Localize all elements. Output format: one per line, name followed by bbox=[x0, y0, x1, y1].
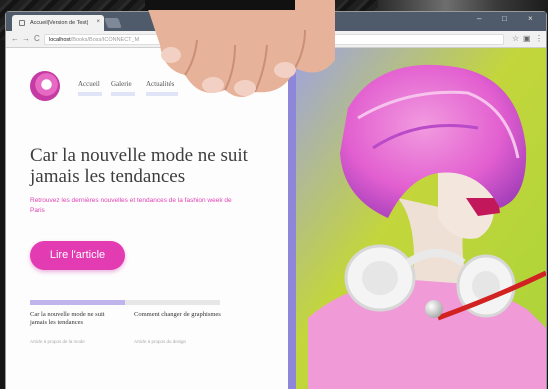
tab-title: Accueil|Version de Test| bbox=[30, 20, 89, 26]
read-article-button[interactable]: Lire l'article bbox=[30, 241, 125, 270]
nav-link-galerie[interactable]: Galerie bbox=[111, 80, 132, 88]
new-tab-button[interactable] bbox=[104, 18, 122, 28]
minimize-button[interactable]: – bbox=[477, 14, 481, 23]
maximize-button[interactable]: □ bbox=[502, 14, 507, 23]
menu-icon[interactable]: ⋮ bbox=[535, 34, 543, 43]
carousel-progress bbox=[30, 300, 220, 305]
nav-underline-galerie bbox=[111, 92, 135, 96]
card-title-2[interactable]: Comment changer de graphismes bbox=[134, 311, 224, 319]
nav-link-accueil[interactable]: Accueil bbox=[78, 80, 100, 88]
back-icon[interactable]: ← bbox=[11, 34, 19, 43]
card-meta-1: Article à propos de la mode bbox=[30, 339, 85, 344]
card-meta-2: Article à propos du design bbox=[134, 339, 187, 344]
page-title: Car la nouvelle mode ne suit jamais les … bbox=[30, 145, 248, 187]
card-title-1[interactable]: Car la nouvelle mode ne suit jamais les … bbox=[30, 311, 120, 327]
tab-accueil[interactable]: Accueil|Version de Test| × bbox=[12, 15, 104, 31]
extension-icon[interactable]: ▣ bbox=[523, 34, 531, 43]
push-pin bbox=[425, 300, 443, 318]
url-host: localhost bbox=[49, 37, 71, 43]
nav-underline-accueil bbox=[78, 92, 102, 96]
close-icon[interactable]: × bbox=[96, 19, 100, 25]
favicon-icon bbox=[19, 20, 25, 26]
logo-icon[interactable] bbox=[30, 71, 60, 101]
page-subtitle: Retrouvez les dernières nouvelles et ten… bbox=[30, 197, 232, 214]
forward-icon[interactable]: → bbox=[22, 34, 30, 43]
window-close-button[interactable]: × bbox=[528, 14, 533, 23]
reload-icon[interactable]: C bbox=[34, 34, 40, 43]
hand-image bbox=[145, 0, 335, 98]
carousel-progress-fill bbox=[30, 300, 125, 305]
star-icon[interactable]: ☆ bbox=[512, 34, 519, 43]
url-path: /Books/Boss/ICONNECT_M bbox=[70, 37, 140, 43]
